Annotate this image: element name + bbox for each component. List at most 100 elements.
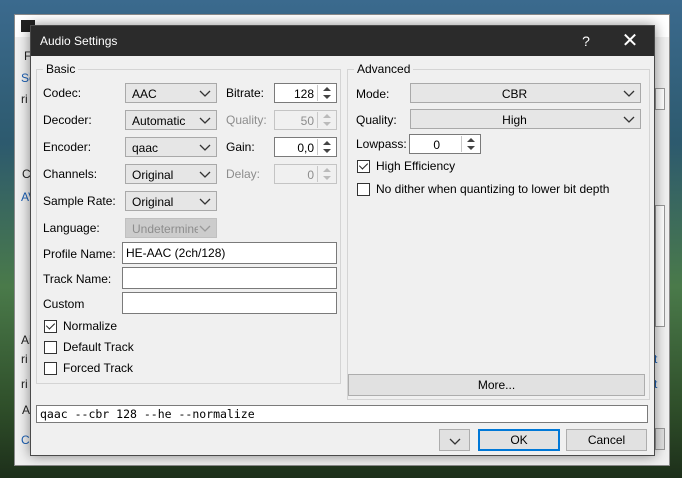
decoder-label: Decoder: (43, 113, 92, 127)
help-button[interactable]: ? (571, 26, 601, 56)
spin-down-icon[interactable] (318, 120, 335, 128)
spin-up-icon[interactable] (462, 136, 479, 144)
advanced-group-title: Advanced (354, 62, 414, 76)
close-button[interactable]: ✕ (615, 26, 645, 56)
delay-label: Delay: (226, 167, 261, 181)
bitrate-label: Bitrate: (226, 86, 265, 100)
advanced-quality-label: Quality: (356, 113, 397, 127)
high-efficiency-checkbox[interactable]: High Efficiency (357, 159, 497, 175)
background-text-fragment: C (21, 433, 30, 447)
high-efficiency-label: High Efficiency (376, 159, 456, 173)
normalize-checkbox[interactable]: Normalize (44, 319, 164, 335)
profile-name-value: HE-AAC (2ch/128) (126, 246, 226, 260)
lowpass-value: 0 (433, 138, 440, 152)
lowpass-spinbox[interactable]: 0 (409, 134, 481, 154)
lowpass-label: Lowpass: (356, 137, 407, 151)
gain-value: 0,0 (297, 141, 314, 155)
spin-down-icon[interactable] (318, 93, 335, 101)
background-button (655, 428, 665, 450)
chevron-down-icon (199, 144, 211, 151)
profile-name-label: Profile Name: (43, 247, 116, 261)
spin-down-icon[interactable] (318, 174, 335, 182)
command-line-value: qaac --cbr 128 --he --normalize (40, 407, 255, 421)
normalize-label: Normalize (63, 319, 118, 333)
codec-value: AAC (132, 87, 157, 101)
checkbox-checked-icon (44, 320, 57, 333)
codec-select[interactable]: AAC (125, 83, 217, 103)
profile-name-field[interactable]: HE-AAC (2ch/128) (122, 242, 337, 264)
checkbox-checked-icon (357, 160, 370, 173)
forced-track-checkbox[interactable]: Forced Track (44, 361, 164, 377)
chevron-down-icon (199, 90, 211, 97)
sample-rate-select[interactable]: Original (125, 191, 217, 211)
audio-settings-dialog: Audio Settings ? ✕ Basic Codec: AAC Deco… (30, 25, 655, 456)
advanced-quality-select[interactable]: High (410, 109, 641, 129)
sample-rate-label: Sample Rate: (43, 194, 116, 208)
default-track-label: Default Track (63, 340, 134, 354)
decoder-select[interactable]: Automatic (125, 110, 217, 130)
spin-down-icon[interactable] (462, 144, 479, 152)
checkbox-unchecked-icon (44, 362, 57, 375)
background-field (655, 88, 665, 110)
language-value: Undetermined (132, 222, 208, 236)
encoder-label: Encoder: (43, 140, 92, 154)
cancel-button[interactable]: Cancel (566, 429, 647, 451)
chevron-down-icon (199, 171, 211, 178)
decoder-value: Automatic (132, 114, 186, 128)
spin-up-icon[interactable] (318, 139, 335, 147)
ok-button[interactable]: OK (478, 429, 560, 451)
background-panel (655, 205, 665, 327)
gain-spinbox[interactable]: 0,0 (274, 137, 337, 157)
chevron-down-icon (198, 220, 212, 236)
mode-label: Mode: (356, 87, 390, 101)
mode-select[interactable]: CBR (410, 83, 641, 103)
spin-up-icon[interactable] (318, 85, 335, 93)
default-track-checkbox[interactable]: Default Track (44, 340, 164, 356)
background-text-fragment: A (22, 403, 31, 417)
spin-up-icon[interactable] (318, 112, 335, 120)
profile-menu-button[interactable] (439, 429, 470, 451)
track-name-label: Track Name: (43, 272, 112, 286)
track-name-field[interactable] (122, 267, 337, 289)
command-line-field[interactable]: qaac --cbr 128 --he --normalize (36, 405, 648, 423)
chevron-down-icon (199, 117, 211, 124)
channels-select[interactable]: Original (125, 164, 217, 184)
checkbox-unchecked-icon (44, 341, 57, 354)
chevron-down-icon (623, 116, 635, 123)
spin-down-icon[interactable] (318, 147, 335, 155)
language-label: Language: (43, 221, 100, 235)
checkbox-unchecked-icon (357, 183, 370, 196)
quality-spinbox[interactable]: 50 (274, 110, 337, 130)
bitrate-value: 128 (293, 87, 314, 101)
basic-group-title: Basic (43, 62, 79, 76)
chevron-down-icon (449, 438, 460, 445)
encoder-value: qaac (132, 141, 159, 155)
advanced-quality-value: High (502, 113, 527, 127)
dialog-title: Audio Settings (40, 34, 118, 48)
no-dither-label: No dither when quantizing to lower bit d… (376, 182, 610, 196)
background-text-fragment: ri (21, 352, 28, 366)
spin-up-icon[interactable] (318, 166, 335, 174)
delay-value: 0 (307, 168, 314, 182)
mode-value: CBR (501, 87, 528, 101)
custom-label: Custom (43, 297, 85, 311)
background-text-fragment: ri (21, 377, 28, 391)
quality-label: Quality: (226, 113, 267, 127)
bitrate-spinbox[interactable]: 128 (274, 83, 337, 103)
quality-value: 50 (300, 114, 314, 128)
channels-label: Channels: (43, 167, 98, 181)
dialog-titlebar: Audio Settings ? ✕ (31, 26, 654, 56)
channels-value: Original (132, 168, 174, 182)
more-button[interactable]: More... (348, 374, 645, 396)
forced-track-label: Forced Track (63, 361, 134, 375)
custom-field[interactable] (122, 292, 337, 314)
sample-rate-value: Original (132, 195, 174, 209)
background-text-fragment: ri (21, 92, 28, 106)
chevron-down-icon (623, 90, 635, 97)
language-select[interactable]: Undetermined (125, 218, 217, 238)
delay-spinbox[interactable]: 0 (274, 164, 337, 184)
chevron-down-icon (199, 198, 211, 205)
no-dither-checkbox[interactable]: No dither when quantizing to lower bit d… (357, 182, 637, 198)
encoder-select[interactable]: qaac (125, 137, 217, 157)
codec-label: Codec: (43, 86, 82, 100)
